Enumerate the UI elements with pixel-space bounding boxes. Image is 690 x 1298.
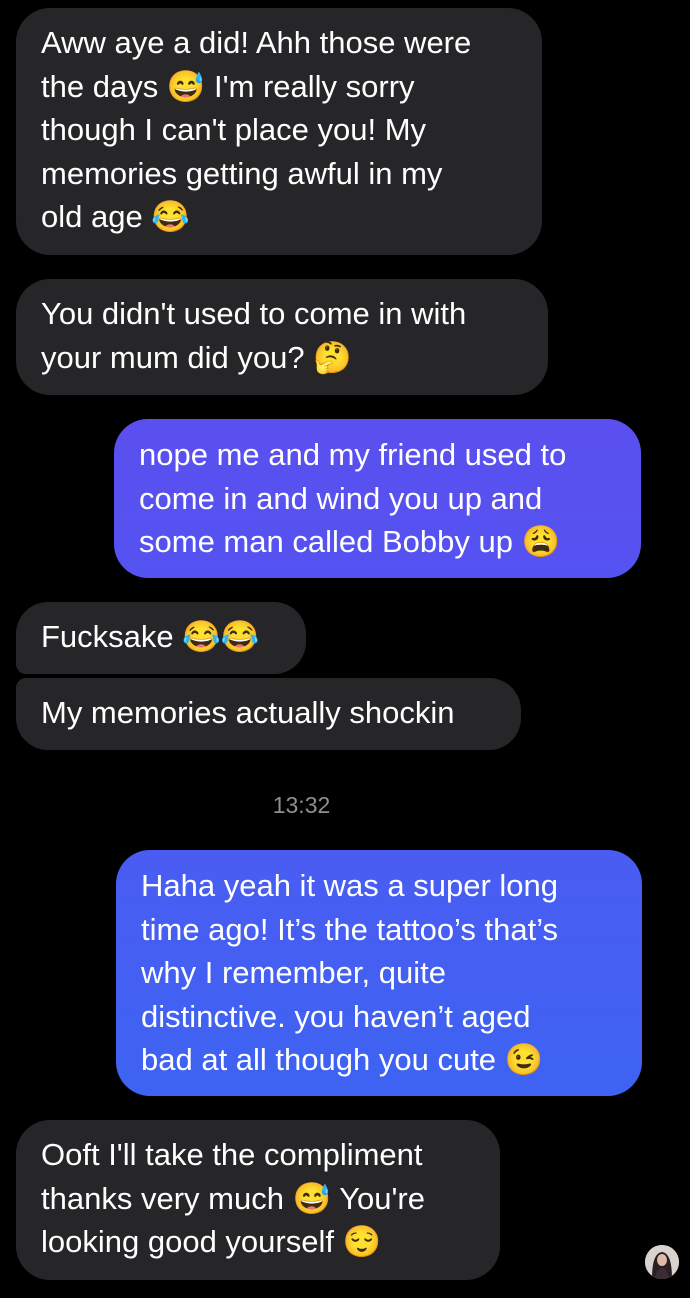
received-message-bubble[interactable]: My memories actually shockin <box>16 678 521 750</box>
message-timestamp: 13:32 <box>272 792 331 818</box>
received-message-bubble[interactable]: Aww aye a did! Ahh those were the days 😅… <box>16 8 542 255</box>
message-text: Aww aye a did! Ahh those were the days 😅… <box>41 25 472 234</box>
received-message-bubble[interactable]: Ooft I'll take the compliment thanks ver… <box>16 1120 500 1280</box>
message-text: My memories actually shockin <box>41 695 455 730</box>
conversation-screen: { "conversation": { "messages": [ {"send… <box>0 0 690 1298</box>
message-text: nope me and my friend used to come in an… <box>139 437 567 559</box>
avatar-portrait-icon <box>645 1245 679 1279</box>
profile-avatar-icon[interactable] <box>645 1245 679 1279</box>
message-text: You didn't used to come in with your mum… <box>41 296 467 375</box>
received-message-bubble[interactable]: Fucksake 😂😂 <box>16 602 306 674</box>
message-text: Haha yeah it was a super long time ago! … <box>141 868 559 1077</box>
received-message-bubble[interactable]: You didn't used to come in with your mum… <box>16 279 548 395</box>
sent-message-bubble[interactable]: nope me and my friend used to come in an… <box>114 419 641 578</box>
sent-message-bubble[interactable]: Haha yeah it was a super long time ago! … <box>116 850 642 1096</box>
message-text: Fucksake 😂😂 <box>41 619 260 654</box>
message-text: Ooft I'll take the compliment thanks ver… <box>41 1137 425 1259</box>
